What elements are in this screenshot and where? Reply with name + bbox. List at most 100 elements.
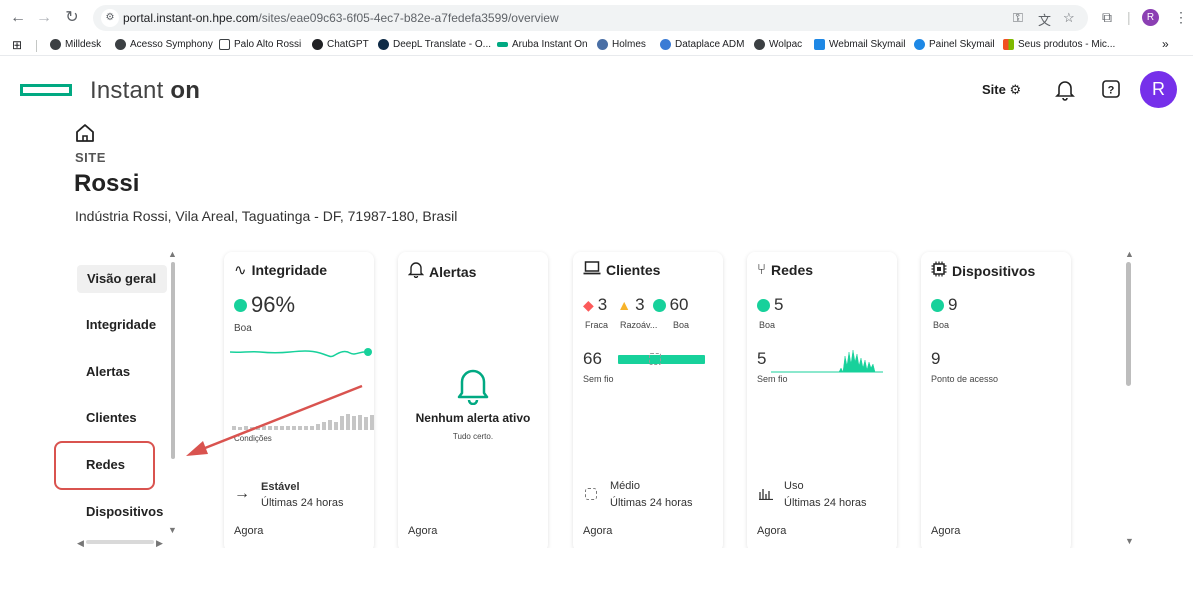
url-host: portal.instant-on.hpe.com bbox=[123, 11, 259, 25]
forward-icon[interactable]: → bbox=[34, 8, 54, 28]
card-timestamp: Agora bbox=[757, 525, 787, 537]
nav-item-integridade[interactable]: Integridade bbox=[76, 311, 166, 339]
no-alerts-bell-icon bbox=[456, 367, 490, 410]
translate-icon[interactable]: 文 bbox=[1038, 10, 1051, 29]
back-icon[interactable]: ← bbox=[8, 8, 28, 28]
bookmark-label: Acesso Symphony bbox=[130, 39, 213, 50]
card-integridade[interactable]: ∿ Integridade 96% Boa Condições → Estável… bbox=[224, 252, 374, 552]
browser-profile-avatar[interactable]: R bbox=[1142, 9, 1159, 26]
microsoft-icon bbox=[1003, 39, 1014, 50]
deepl-icon bbox=[378, 39, 389, 50]
help-icon[interactable]: ? bbox=[1102, 80, 1120, 103]
bookmark-item[interactable]: Acesso Symphony bbox=[115, 39, 213, 50]
card-title: Alertas bbox=[407, 261, 476, 282]
globe-icon bbox=[50, 39, 61, 50]
site-info-icon[interactable]: ⚙ bbox=[101, 9, 119, 27]
bookmark-label: Wolpac bbox=[769, 39, 803, 50]
bookmark-item[interactable]: ChatGPT bbox=[312, 39, 369, 50]
bookmark-item[interactable]: Holmes bbox=[597, 39, 646, 50]
bookmark-item[interactable]: Painel Skymail bbox=[914, 39, 995, 50]
browser-menu-icon[interactable]: ⋮ bbox=[1174, 9, 1188, 26]
no-alerts-subtitle: Tudo certo. bbox=[452, 432, 494, 441]
bookmark-item[interactable]: Dataplace ADM bbox=[660, 39, 744, 50]
card-title: ⑂ Redes bbox=[757, 261, 813, 278]
site-label: SITE bbox=[75, 150, 106, 165]
usage-period: Últimas 24 horas bbox=[784, 497, 867, 509]
chatgpt-icon bbox=[312, 39, 323, 50]
card-title: Clientes bbox=[583, 261, 660, 279]
nav-scrollbar-thumb[interactable] bbox=[171, 262, 175, 459]
user-avatar[interactable]: R bbox=[1140, 71, 1177, 108]
wireless-network-label: Sem fio bbox=[757, 374, 788, 384]
bookmark-label: Dataplace ADM bbox=[675, 39, 745, 50]
nav-hscrollbar-thumb[interactable] bbox=[86, 540, 154, 544]
network-fork-icon: ⑂ bbox=[757, 261, 767, 278]
nav-item-alertas[interactable]: Alertas bbox=[76, 358, 166, 386]
folder-icon bbox=[219, 39, 230, 50]
extensions-icon[interactable]: ⧉ bbox=[1102, 9, 1112, 26]
brand-text: Instant bbox=[90, 77, 164, 104]
bookmark-item[interactable]: DeepL Translate - O... bbox=[378, 39, 491, 50]
bookmark-label: Painel Skymail bbox=[929, 39, 995, 50]
card-timestamp: Agora bbox=[408, 525, 438, 537]
weak-label: Fraca bbox=[585, 320, 609, 330]
card-timestamp: Agora bbox=[234, 525, 264, 537]
card-title: Dispositivos bbox=[931, 261, 1035, 281]
cards-scroll-down-icon[interactable]: ▼ bbox=[1125, 536, 1134, 546]
password-key-icon[interactable]: ⚿ bbox=[1013, 10, 1023, 26]
card-timestamp: Agora bbox=[931, 525, 961, 537]
notifications-bell-icon[interactable] bbox=[1055, 79, 1075, 106]
bookmark-label: Aruba Instant On bbox=[512, 39, 588, 50]
annotation-highlight-box bbox=[54, 441, 155, 490]
cards-scroll-up-icon[interactable]: ▲ bbox=[1125, 249, 1134, 259]
more-bookmarks-button[interactable]: » bbox=[1162, 37, 1169, 51]
bookmark-item[interactable]: Seus produtos - Mic... bbox=[1003, 39, 1115, 50]
bookmark-item[interactable]: Palo Alto Rossi bbox=[219, 39, 301, 50]
app-brand[interactable]: Instant on bbox=[90, 77, 200, 105]
card-timestamp: Agora bbox=[583, 525, 613, 537]
bookmarks-divider bbox=[36, 40, 37, 52]
bookmark-star-icon[interactable]: ☆ bbox=[1063, 10, 1075, 26]
cards-scrollbar-thumb[interactable] bbox=[1126, 262, 1131, 386]
skymail-panel-icon bbox=[914, 39, 925, 50]
nav-item-clientes[interactable]: Clientes bbox=[76, 404, 166, 432]
gear-icon: ⚙ bbox=[1009, 82, 1022, 97]
page-bottom-area bbox=[0, 548, 1193, 602]
good-signal-icon bbox=[652, 298, 666, 312]
conditions-bars bbox=[232, 414, 374, 430]
scroll-up-icon[interactable]: ▲ bbox=[168, 249, 177, 259]
card-clientes[interactable]: Clientes ◆ 3 ▲ 3 60 Fraca Razoáv... Boa 66… bbox=[573, 252, 723, 552]
address-bar[interactable]: ⚙ portal.instant-on.hpe.com/sites/eae09c… bbox=[93, 5, 1088, 31]
home-icon[interactable] bbox=[74, 122, 96, 144]
bar-chart-icon bbox=[759, 488, 773, 503]
scroll-down-icon[interactable]: ▼ bbox=[168, 525, 177, 535]
health-status: Boa bbox=[234, 323, 252, 334]
reload-icon[interactable]: ↻ bbox=[62, 8, 82, 28]
weak-count: 3 bbox=[597, 295, 608, 314]
toolbar-divider: | bbox=[1127, 9, 1131, 25]
header-site-menu[interactable]: Site ⚙ bbox=[982, 82, 1021, 98]
pulse-icon: ∿ bbox=[234, 262, 247, 279]
device-count: 9 bbox=[931, 295, 957, 315]
nav-item-visao-geral[interactable]: Visão geral bbox=[77, 265, 167, 293]
client-counts: ◆ 3 ▲ 3 60 bbox=[583, 295, 689, 315]
globe-icon bbox=[754, 39, 765, 50]
url-text[interactable]: portal.instant-on.hpe.com/sites/eae09c63… bbox=[123, 11, 559, 25]
card-alertas[interactable]: Alertas Nenhum alerta ativo Tudo certo. … bbox=[398, 252, 548, 552]
bookmark-item[interactable]: Aruba Instant On bbox=[497, 39, 588, 50]
apps-grid-icon[interactable]: ⊞ bbox=[12, 38, 22, 52]
bookmark-item[interactable]: Webmail Skymail bbox=[814, 39, 906, 50]
nav-item-dispositivos[interactable]: Dispositivos bbox=[76, 498, 166, 526]
bookmark-item[interactable]: Wolpac bbox=[754, 39, 802, 50]
arrow-right-icon: → bbox=[234, 485, 250, 502]
browser-toolbar: ← → ↻ ⚙ portal.instant-on.hpe.com/sites/… bbox=[0, 0, 1193, 35]
usage-title: Uso bbox=[784, 480, 804, 492]
hpe-logo-icon[interactable] bbox=[20, 84, 72, 96]
card-redes[interactable]: ⑂ Redes 5 Boa 5 Sem fio Uso Últimas 24 ho… bbox=[747, 252, 897, 552]
card-dispositivos[interactable]: Dispositivos 9 Boa 9 Ponto de acesso Ago… bbox=[921, 252, 1071, 552]
quality-period: Últimas 24 horas bbox=[610, 497, 693, 509]
bookmark-item[interactable]: Milldesk bbox=[50, 39, 101, 50]
svg-text:?: ? bbox=[1108, 85, 1115, 97]
quality-title: Médio bbox=[610, 480, 640, 492]
fair-signal-icon: ▲ bbox=[617, 297, 632, 313]
